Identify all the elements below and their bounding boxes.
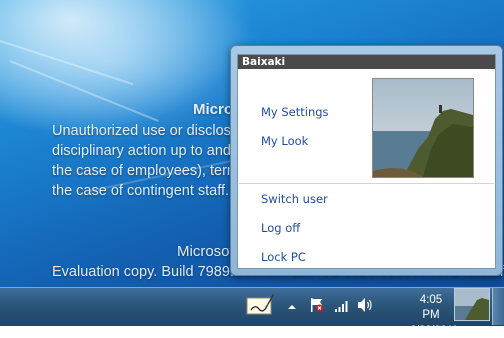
action-center-flag-icon[interactable] [310,297,324,313]
menu-divider [239,183,494,184]
switch-user-link[interactable]: Switch user [261,192,328,206]
watermark-line: the case of contingent staff. [52,183,230,199]
taskbar-right-edge [492,288,504,325]
watermark-title: Micro [193,101,234,118]
log-off-link[interactable]: Log off [261,221,300,235]
landscape-photo-icon [373,79,473,177]
watermark-line: the case of employees), term [52,163,239,179]
volume-icon[interactable] [357,297,375,313]
landscape-thumbnail-icon [455,289,489,320]
clock-date: 6/28/2011 [410,324,459,336]
show-hidden-icons-chevron-icon[interactable] [286,298,298,310]
user-photo [372,78,474,178]
user-menu-panel: Baixaki My Settings My Look Switch user … [237,54,496,269]
my-look-link[interactable]: My Look [261,134,308,148]
watermark-line: disciplinary action up to and [52,143,231,159]
watermark-line: Unauthorized use or disclos [52,123,231,139]
watermark-company: Microsoft [177,243,238,260]
network-signal-icon[interactable] [334,298,350,312]
show-desktop-thumbnail[interactable] [454,288,490,321]
popup-header-title: Baixaki [238,55,495,69]
user-menu-popup: Baixaki My Settings My Look Switch user … [230,45,503,276]
clock-time: 4:05 PM [419,294,443,321]
my-settings-link[interactable]: My Settings [261,105,329,119]
light-streak [0,40,134,86]
taskbar-clock[interactable]: 4:05 PM 6/28/2011 [410,293,459,338]
lock-pc-link[interactable]: Lock PC [261,250,306,264]
pen-tablet-icon[interactable] [245,292,275,318]
